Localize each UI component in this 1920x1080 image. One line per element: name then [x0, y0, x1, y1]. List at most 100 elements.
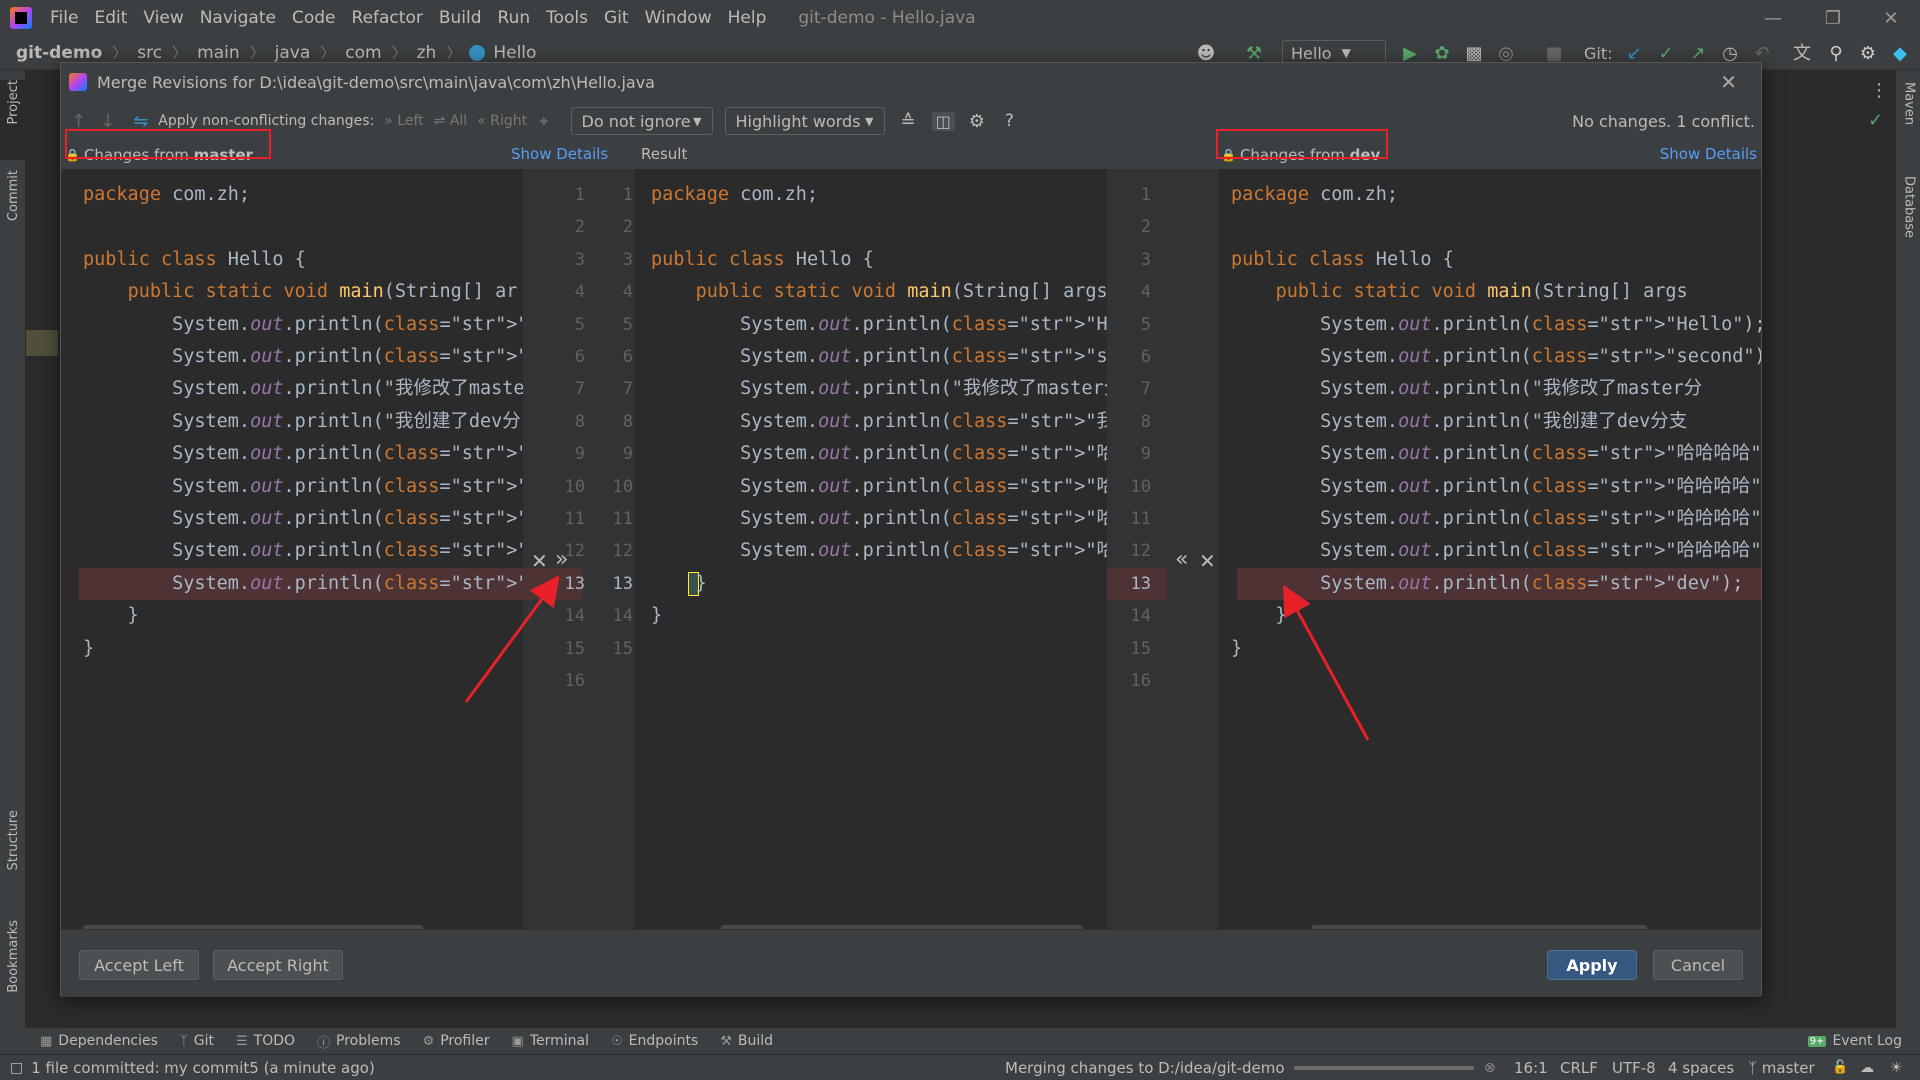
left-code-line[interactable]: public static void main(String[] ar	[83, 276, 518, 308]
apply-all-button[interactable]: ⇌ All	[434, 113, 468, 129]
right-code-line[interactable]: System.out.println(class="str">"哈哈哈哈");	[1231, 438, 1761, 470]
right-code-line[interactable]: System.out.println("我修改了master分	[1231, 373, 1702, 405]
breadcrumb-main[interactable]: main	[195, 43, 241, 63]
tab-commit[interactable]: Commit	[0, 170, 26, 250]
accept-left-change-icon[interactable]: »	[555, 547, 568, 572]
menu-help[interactable]: Help	[720, 0, 775, 36]
accept-right-change-icon[interactable]: «	[1175, 547, 1188, 572]
menu-build[interactable]: Build	[431, 0, 490, 36]
git-history-icon[interactable]: ◷	[1720, 44, 1740, 64]
result-code-line[interactable]: System.out.println("我修改了master分	[651, 373, 1107, 405]
more-options-icon[interactable]: ⋮	[1870, 80, 1888, 101]
indent-setting[interactable]: 4 spaces	[1668, 1059, 1734, 1077]
breadcrumb-com[interactable]: com	[343, 43, 383, 63]
settings-icon[interactable]: ⚙	[1858, 44, 1878, 64]
caret-position[interactable]: 16:1	[1514, 1059, 1548, 1077]
left-code-line[interactable]: package com.zh;	[83, 179, 250, 211]
plugin-icon[interactable]: ◆	[1890, 44, 1910, 64]
status-panel-icon[interactable]: □	[10, 1060, 23, 1076]
cancel-button[interactable]: Cancel	[1653, 950, 1743, 980]
tab-database[interactable]: Database	[1896, 176, 1920, 276]
right-code-line[interactable]: }	[1231, 633, 1242, 665]
result-code-line[interactable]: System.out.println(class="str">"哈哈哈哈");	[651, 503, 1107, 535]
left-code-line[interactable]: System.out.println(class="str">"master")…	[83, 568, 523, 600]
right-code-line[interactable]: System.out.println(class="str">"哈哈哈哈");	[1231, 535, 1761, 567]
left-show-details-link[interactable]: Show Details	[511, 145, 608, 163]
result-code-line[interactable]: System.out.println(class="str">"哈哈哈哈");	[651, 535, 1107, 567]
menu-git[interactable]: Git	[596, 0, 637, 36]
result-code-line[interactable]: public class Hello {	[651, 244, 874, 276]
notification-icon[interactable]: ☀	[1890, 1060, 1903, 1076]
git-branch-widget[interactable]: ᛉ master	[1748, 1059, 1815, 1077]
cloud-icon[interactable]: ☁	[1860, 1060, 1874, 1076]
tab-bookmarks[interactable]: Bookmarks	[0, 920, 26, 1020]
tab-git[interactable]: ᛉ Git	[180, 1033, 214, 1049]
ignore-whitespace-dropdown[interactable]: Do not ignore ▼	[570, 107, 713, 135]
apply-right-button[interactable]: « Right	[477, 113, 527, 129]
line-separator[interactable]: CRLF	[1560, 1059, 1598, 1077]
result-editor[interactable]: package com.zh; public class Hello { publ…	[635, 169, 1107, 929]
diff-settings-icon[interactable]: ⚙	[969, 111, 985, 132]
breadcrumb-src[interactable]: src	[135, 43, 164, 63]
tab-profiler[interactable]: ⚙ Profiler	[423, 1033, 490, 1049]
coverage-icon[interactable]: ▩	[1464, 44, 1484, 64]
sync-scroll-icon[interactable]: ◫	[931, 111, 955, 131]
menu-refactor[interactable]: Refactor	[344, 0, 431, 36]
left-code-line[interactable]: public class Hello {	[83, 244, 306, 276]
breadcrumb-zh[interactable]: zh	[415, 43, 439, 63]
tab-project[interactable]: Project	[0, 80, 26, 160]
right-code-line[interactable]: System.out.println(class="str">"dev");	[1231, 568, 1743, 600]
tab-endpoints[interactable]: ☉ Endpoints	[611, 1033, 698, 1049]
left-code-line[interactable]: System.out.println(class="str">"哈哈哈哈");	[83, 535, 523, 567]
tab-todo[interactable]: ☰ TODO	[236, 1033, 295, 1049]
right-code-line[interactable]: System.out.println(class="str">"哈哈哈哈");	[1231, 503, 1761, 535]
magic-resolve-icon[interactable]: ✦	[537, 112, 550, 131]
lock-status-icon[interactable]: 🔓	[1832, 1060, 1848, 1075]
menu-edit[interactable]: Edit	[86, 0, 135, 36]
tab-structure[interactable]: Structure	[0, 810, 26, 900]
right-code-line[interactable]: public static void main(String[] args	[1231, 276, 1688, 308]
apply-left-button[interactable]: » Left	[384, 113, 423, 129]
git-commit-icon[interactable]: ✓	[1656, 44, 1676, 64]
result-code-line[interactable]: System.out.println(class="str">"我创建了dev分…	[651, 406, 1107, 438]
left-code-line[interactable]: }	[83, 633, 94, 665]
dialog-close-icon[interactable]: ✕	[1720, 70, 1737, 94]
right-code-line[interactable]: }	[1231, 600, 1287, 632]
menu-code[interactable]: Code	[284, 0, 344, 36]
right-editor[interactable]: package com.zh; public class Hello { publ…	[1219, 169, 1761, 929]
right-code-line[interactable]: System.out.println(class="str">"second")…	[1231, 341, 1761, 373]
translate-icon[interactable]: 文	[1792, 44, 1812, 64]
left-code-line[interactable]: System.out.println(class="str">"哈哈哈哈");	[83, 503, 523, 535]
ignore-left-change-icon[interactable]: ✕	[531, 549, 548, 573]
right-code-line[interactable]: package com.zh;	[1231, 179, 1398, 211]
git-update-icon[interactable]: ↙	[1624, 44, 1644, 64]
left-code-line[interactable]: }	[83, 600, 139, 632]
help-icon[interactable]: ?	[1005, 111, 1014, 131]
right-code-line[interactable]: System.out.println("我创建了dev分支	[1231, 406, 1687, 438]
menu-run[interactable]: Run	[490, 0, 539, 36]
tab-event-log[interactable]: 9+ Event Log	[1807, 1033, 1902, 1049]
left-code-line[interactable]: System.out.println(class="str">"second")…	[83, 341, 523, 373]
result-code-line[interactable]: }	[651, 568, 707, 600]
result-code-line[interactable]: public static void main(String[] args)	[651, 276, 1107, 308]
tab-terminal[interactable]: ▣ Terminal	[512, 1033, 589, 1049]
cancel-progress-icon[interactable]: ⊗	[1484, 1060, 1496, 1076]
result-code-line[interactable]: System.out.println(class="str">"哈哈哈哈");	[651, 438, 1107, 470]
user-icon[interactable]: ☻	[1196, 44, 1216, 64]
collapse-unchanged-icon[interactable]: ≙	[901, 111, 916, 132]
right-show-details-link[interactable]: Show Details	[1660, 145, 1757, 163]
tab-dependencies[interactable]: ▦ Dependencies	[40, 1033, 158, 1049]
menu-tools[interactable]: Tools	[538, 0, 596, 36]
left-code-line[interactable]: System.out.println(class="str">"哈哈哈哈");	[83, 471, 523, 503]
build-hammer-icon[interactable]: ⚒	[1244, 44, 1264, 64]
debug-icon[interactable]: ✿	[1432, 44, 1452, 64]
highlight-mode-dropdown[interactable]: Highlight words ▼	[724, 107, 885, 135]
result-code-line[interactable]: }	[651, 600, 662, 632]
ignore-right-change-icon[interactable]: ✕	[1199, 549, 1216, 573]
menu-window[interactable]: Window	[637, 0, 720, 36]
accept-right-button[interactable]: Accept Right	[213, 950, 343, 980]
menu-file[interactable]: File	[42, 0, 86, 36]
status-message[interactable]: 1 file committed: my commit5 (a minute a…	[31, 1059, 375, 1077]
result-code-line[interactable]: System.out.println(class="str">"哈哈哈哈");	[651, 471, 1107, 503]
tab-maven[interactable]: Maven	[1896, 82, 1920, 162]
